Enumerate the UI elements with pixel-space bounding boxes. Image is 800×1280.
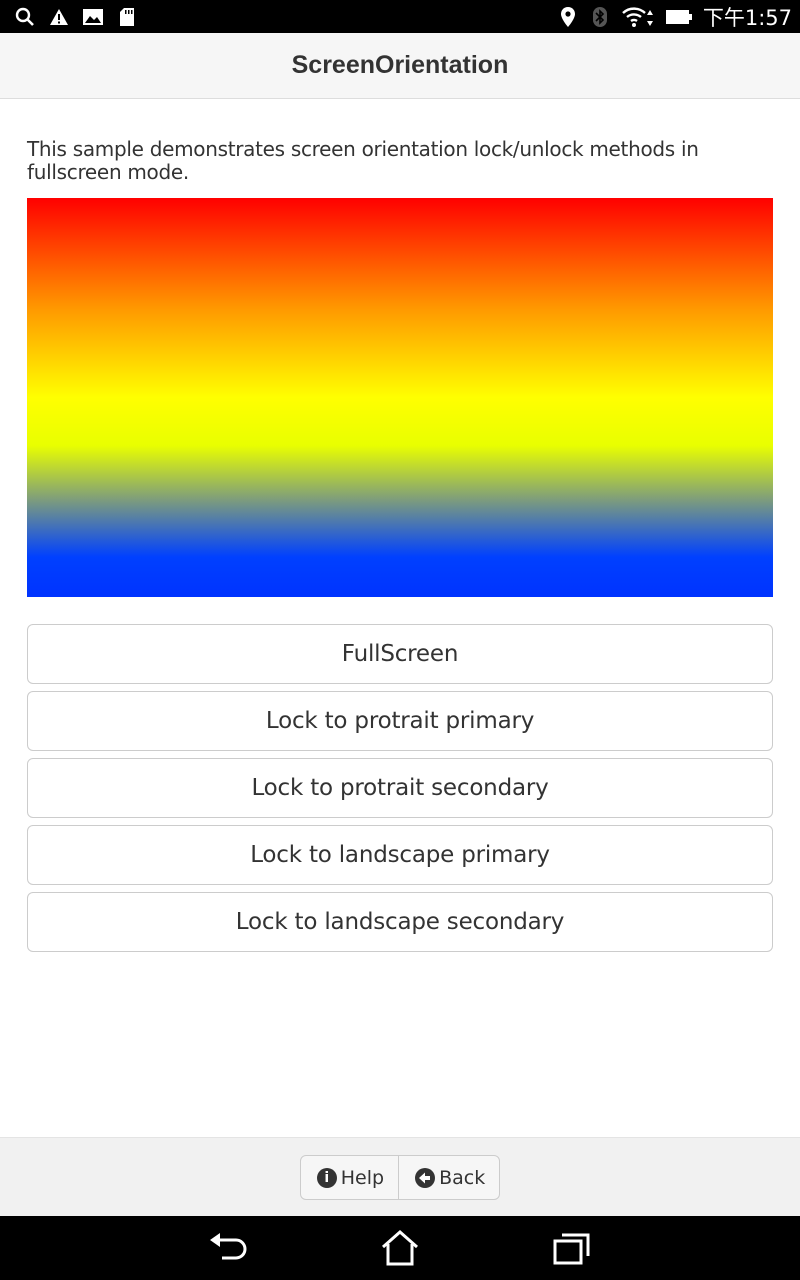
lock-portrait-primary-button[interactable]: Lock to protrait primary [27,691,773,751]
back-label: Back [439,1166,486,1189]
status-bar: 下午1:57 [0,0,800,33]
bluetooth-icon [589,6,611,28]
lock-portrait-secondary-button[interactable]: Lock to protrait secondary [27,758,773,818]
status-time: 下午1:57 [702,5,792,30]
home-nav-icon[interactable] [374,1222,426,1274]
page-footer: i Help Back [0,1137,800,1217]
sd-card-icon [116,6,138,28]
help-button[interactable]: i Help [301,1156,398,1199]
help-label: Help [340,1166,385,1189]
back-nav-icon[interactable] [202,1222,254,1274]
image-icon [82,6,104,28]
status-bar-left [0,6,138,28]
gradient-canvas [27,198,773,597]
lock-landscape-primary-button[interactable]: Lock to landscape primary [27,825,773,885]
arrow-left-circle-icon [415,1167,436,1188]
recent-apps-icon[interactable] [546,1222,598,1274]
footer-button-group: i Help Back [299,1155,501,1200]
status-bar-right: 下午1:57 [557,2,800,32]
lock-landscape-secondary-button[interactable]: Lock to landscape secondary [27,892,773,952]
system-nav-bar [0,1216,800,1280]
battery-icon [665,6,693,28]
orientation-button-list: FullScreen Lock to protrait primary Lock… [27,624,773,959]
search-icon [14,6,36,28]
description-text: This sample demonstrates screen orientat… [27,137,699,184]
page-header: ScreenOrientation [0,33,800,99]
wifi-icon [621,6,655,28]
back-button[interactable]: Back [398,1156,499,1199]
fullscreen-button[interactable]: FullScreen [27,624,773,684]
info-icon: i [316,1167,337,1188]
main-content: This sample demonstrates screen orientat… [27,138,773,184]
warning-icon [48,6,70,28]
page-title: ScreenOrientation [291,51,509,79]
location-icon [557,6,579,28]
